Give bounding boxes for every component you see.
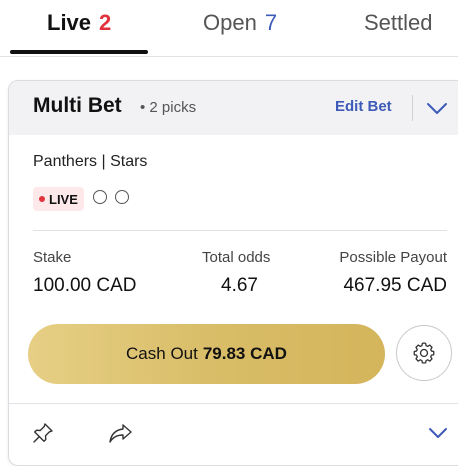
share-icon[interactable] [108,422,134,444]
bet-card-header: Multi Bet • 2 picks Edit Bet [9,81,458,135]
divider [33,230,447,231]
payout-value: 467.95 CAD [343,275,447,296]
cash-out-button[interactable]: Cash Out 79.83 CAD [28,324,385,384]
leg-status-circle [93,190,107,204]
tab-live-label: Live [47,10,92,35]
tab-open-count: 7 [264,10,278,35]
live-label: LIVE [49,191,78,207]
stake-label: Stake [33,249,72,266]
picks-count: • 2 picks [140,99,197,116]
cash-out-amount: 79.83 CAD [202,344,287,363]
payout-label: Possible Payout [339,249,447,266]
chevron-down-icon[interactable] [425,97,449,119]
tab-open-label: Open [203,10,257,35]
live-dot-icon [39,196,45,202]
leg-status-circle [115,190,129,204]
total-odds-label: Total odds [202,249,271,266]
header-divider [412,95,413,121]
bet-status-tabs: Live 2 Open 7 Settled [0,0,458,57]
total-odds-value: 4.67 [221,275,258,296]
bet-title: Multi Bet [33,94,122,117]
tab-settled[interactable]: Settled [364,10,433,36]
edit-bet-link[interactable]: Edit Bet [335,98,392,115]
chevron-down-icon[interactable] [427,423,449,443]
pin-icon[interactable] [31,421,55,445]
tab-live[interactable]: Live 2 [47,10,111,36]
live-badge: LIVE [33,187,84,211]
stake-value: 100.00 CAD [33,275,137,296]
cash-out-label: Cash Out [126,344,198,363]
bet-card: Multi Bet • 2 picks Edit Bet Panthers | … [8,80,458,466]
tab-open[interactable]: Open 7 [203,10,277,36]
active-tab-indicator [10,50,148,54]
tab-settled-label: Settled [364,10,433,35]
tab-live-count: 2 [99,10,112,35]
cash-out-settings-button[interactable] [396,325,452,381]
event-teams: Panthers | Stars [33,153,148,170]
gear-icon [413,342,435,364]
footer-divider [9,403,458,404]
